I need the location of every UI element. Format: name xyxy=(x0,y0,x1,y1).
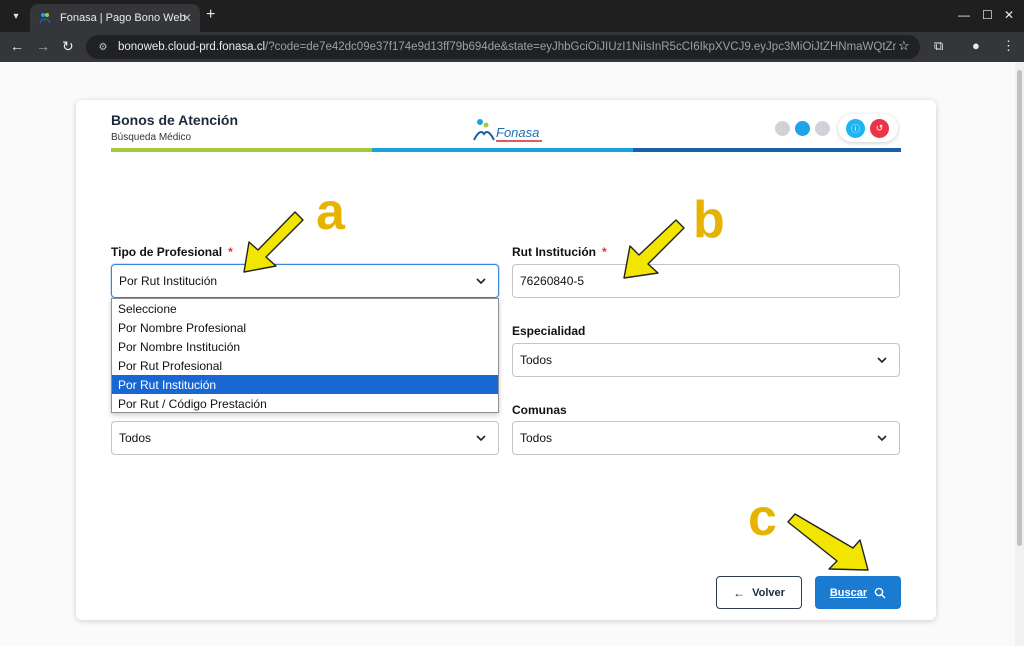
annotation-arrows xyxy=(243,211,869,571)
annotation-arrow-a xyxy=(243,211,304,273)
annotation-label-c: c xyxy=(748,489,777,547)
annotation-label-a: a xyxy=(316,183,345,241)
annotation-arrow-c xyxy=(787,513,869,571)
annotation-arrow-b xyxy=(623,219,685,279)
annotation-label-b: b xyxy=(693,191,725,249)
